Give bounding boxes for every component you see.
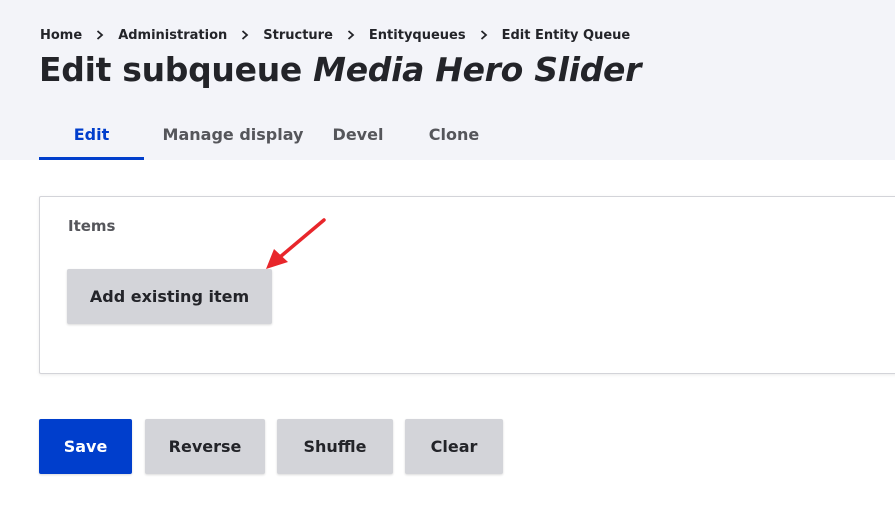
breadcrumb-edit-entity-queue[interactable]: Edit Entity Queue — [502, 28, 631, 43]
page-title-subqueue-name: Media Hero Slider — [313, 50, 642, 89]
tab-clone[interactable]: Clone — [394, 108, 514, 160]
breadcrumb-administration[interactable]: Administration — [118, 28, 227, 43]
reverse-button[interactable]: Reverse — [145, 419, 265, 474]
items-fieldset: Items Add existing item — [39, 196, 895, 374]
breadcrumb-structure[interactable]: Structure — [263, 28, 333, 43]
breadcrumb: Home Administration Structure Entityqueu… — [40, 26, 630, 44]
tab-edit[interactable]: Edit — [39, 108, 144, 160]
chevron-right-icon — [227, 30, 263, 40]
breadcrumb-entityqueues[interactable]: Entityqueues — [369, 28, 466, 43]
clear-button[interactable]: Clear — [405, 419, 503, 474]
primary-tabs: Edit Manage display Devel Clone — [39, 108, 514, 160]
chevron-right-icon — [466, 30, 502, 40]
breadcrumb-home[interactable]: Home — [40, 28, 82, 43]
tab-devel[interactable]: Devel — [322, 108, 394, 160]
save-button[interactable]: Save — [39, 419, 132, 474]
chevron-right-icon — [333, 30, 369, 40]
page-title-prefix: Edit subqueue — [39, 50, 314, 89]
page-title: Edit subqueue Media Hero Slider — [39, 50, 641, 89]
shuffle-button[interactable]: Shuffle — [277, 419, 393, 474]
tab-manage-display[interactable]: Manage display — [144, 108, 322, 160]
items-label: Items — [68, 217, 116, 235]
add-existing-item-button[interactable]: Add existing item — [67, 269, 272, 324]
chevron-right-icon — [82, 30, 118, 40]
annotation-arrow-icon — [266, 218, 326, 269]
